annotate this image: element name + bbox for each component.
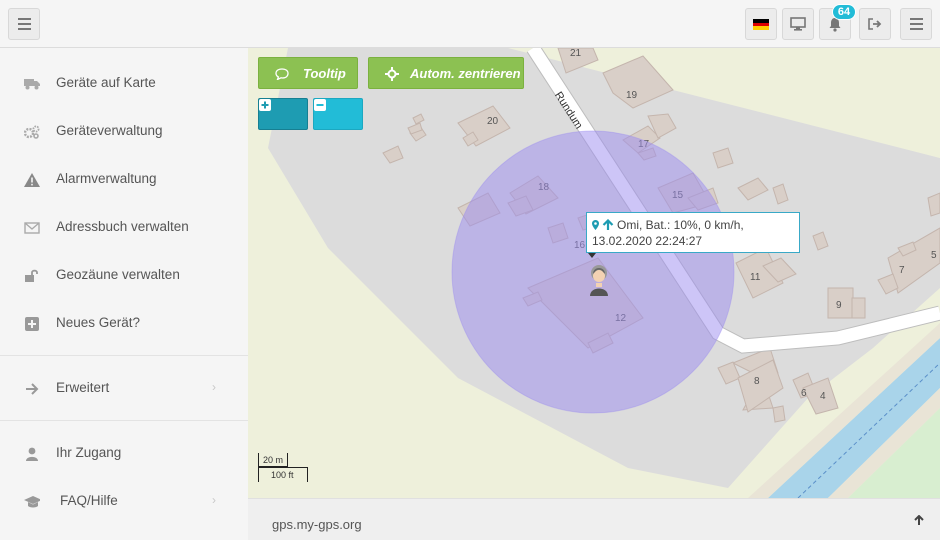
house-number: 9	[836, 300, 842, 311]
graduation-cap-icon	[24, 494, 40, 510]
sidebar-item-label: Ihr Zugang	[56, 445, 122, 460]
sidebar-item-devices-on-map[interactable]: Geräte auf Karte	[0, 60, 248, 108]
arrow-up-icon	[602, 219, 614, 230]
sidebar-item-label: Geräte auf Karte	[56, 75, 156, 90]
tooltip-button-label: Tooltip	[303, 66, 346, 81]
sidebar-item-new-device[interactable]: Neues Gerät?	[0, 300, 248, 348]
zoom-in-button[interactable]	[258, 98, 308, 130]
chevron-right-icon: ›	[212, 380, 216, 394]
tooltip-button[interactable]: Tooltip	[258, 57, 358, 89]
comment-icon	[275, 68, 289, 80]
popup-line-1: Omi, Bat.: 10%, 0 km/h,	[617, 218, 744, 232]
hamburger-icon	[17, 18, 31, 30]
sidebar-item-label: Geozäune verwalten	[56, 267, 180, 282]
envelope-icon	[24, 220, 40, 236]
sidebar-divider	[0, 355, 248, 356]
right-menu-button[interactable]	[900, 8, 932, 40]
footer-url[interactable]: gps.my-gps.org	[272, 517, 362, 532]
sidebar-item-faq-help[interactable]: FAQ/Hilfe ›	[0, 478, 248, 526]
user-icon	[24, 446, 40, 462]
sidebar-item-label: Adressbuch verwalten	[56, 219, 189, 234]
notification-count-badge: 64	[832, 4, 856, 20]
monitor-icon	[790, 17, 806, 31]
sign-out-icon	[868, 18, 882, 30]
footer: gps.my-gps.org	[248, 498, 940, 540]
sidebar-item-label: Neues Gerät?	[56, 315, 141, 330]
plus-square-icon	[24, 316, 40, 332]
auto-center-button-label: Autom. zentrieren	[410, 66, 521, 81]
auto-center-button[interactable]: Autom. zentrieren	[368, 57, 524, 89]
truck-icon	[24, 76, 40, 92]
popup-line-2: 13.02.2020 22:24:27	[592, 234, 703, 248]
cogs-icon	[24, 124, 40, 140]
map-marker-icon	[592, 220, 599, 230]
house-number: 11	[750, 272, 761, 283]
zoom-out-button[interactable]	[313, 98, 363, 130]
sidebar-item-advanced[interactable]: Erweitert ›	[0, 365, 248, 413]
plus-square-icon	[259, 99, 271, 111]
house-number: 21	[570, 48, 582, 59]
menu-toggle-button[interactable]	[8, 8, 40, 40]
minus-square-icon	[314, 99, 326, 111]
house-number: 20	[487, 116, 499, 127]
map-view[interactable]: Rundum 21 19 20 17 18 15 16 12 11 9 7 5 …	[248, 48, 940, 498]
language-button[interactable]	[745, 8, 777, 40]
scroll-top-icon[interactable]	[914, 514, 924, 529]
scale-metric: 20 m	[258, 453, 288, 467]
sidebar-item-device-management[interactable]: Geräteverwaltung	[0, 108, 248, 156]
chevron-right-icon: ›	[212, 493, 216, 507]
sidebar-item-alarm-management[interactable]: Alarmverwaltung	[0, 156, 248, 204]
scale-imperial: 100 ft	[258, 467, 308, 482]
sidebar-divider	[0, 420, 248, 421]
display-button[interactable]	[782, 8, 814, 40]
device-info-popup: Omi, Bat.: 10%, 0 km/h, 13.02.2020 22:24…	[586, 212, 800, 253]
logout-button[interactable]	[859, 8, 891, 40]
top-bar: 64	[0, 0, 940, 48]
warning-icon	[24, 172, 40, 188]
map-scale: 20 m 100 ft	[258, 453, 310, 483]
sidebar-item-geofences[interactable]: Geozäune verwalten	[0, 252, 248, 300]
house-number: 8	[754, 376, 760, 387]
sidebar-item-label: FAQ/Hilfe	[60, 493, 118, 508]
flag-de-icon	[753, 18, 769, 30]
arrow-right-icon	[24, 381, 40, 397]
hamburger-icon	[909, 18, 923, 30]
house-number: 5	[931, 250, 937, 261]
house-number: 7	[899, 265, 905, 276]
sidebar-item-label: Geräteverwaltung	[56, 123, 163, 138]
popup-pointer	[588, 253, 596, 258]
house-number: 19	[626, 90, 638, 101]
unlock-icon	[24, 268, 40, 284]
sidebar-item-address-book[interactable]: Adressbuch verwalten	[0, 204, 248, 252]
sidebar-item-label: Erweitert	[56, 380, 110, 395]
sidebar: Geräte auf Karte Geräteverwaltung Alarmv…	[0, 48, 248, 540]
house-number: 6	[801, 388, 807, 399]
house-number: 4	[820, 391, 826, 402]
sidebar-item-label: Alarmverwaltung	[56, 171, 157, 186]
crosshairs-icon	[385, 67, 399, 81]
sidebar-item-your-account[interactable]: Ihr Zugang	[0, 430, 248, 478]
